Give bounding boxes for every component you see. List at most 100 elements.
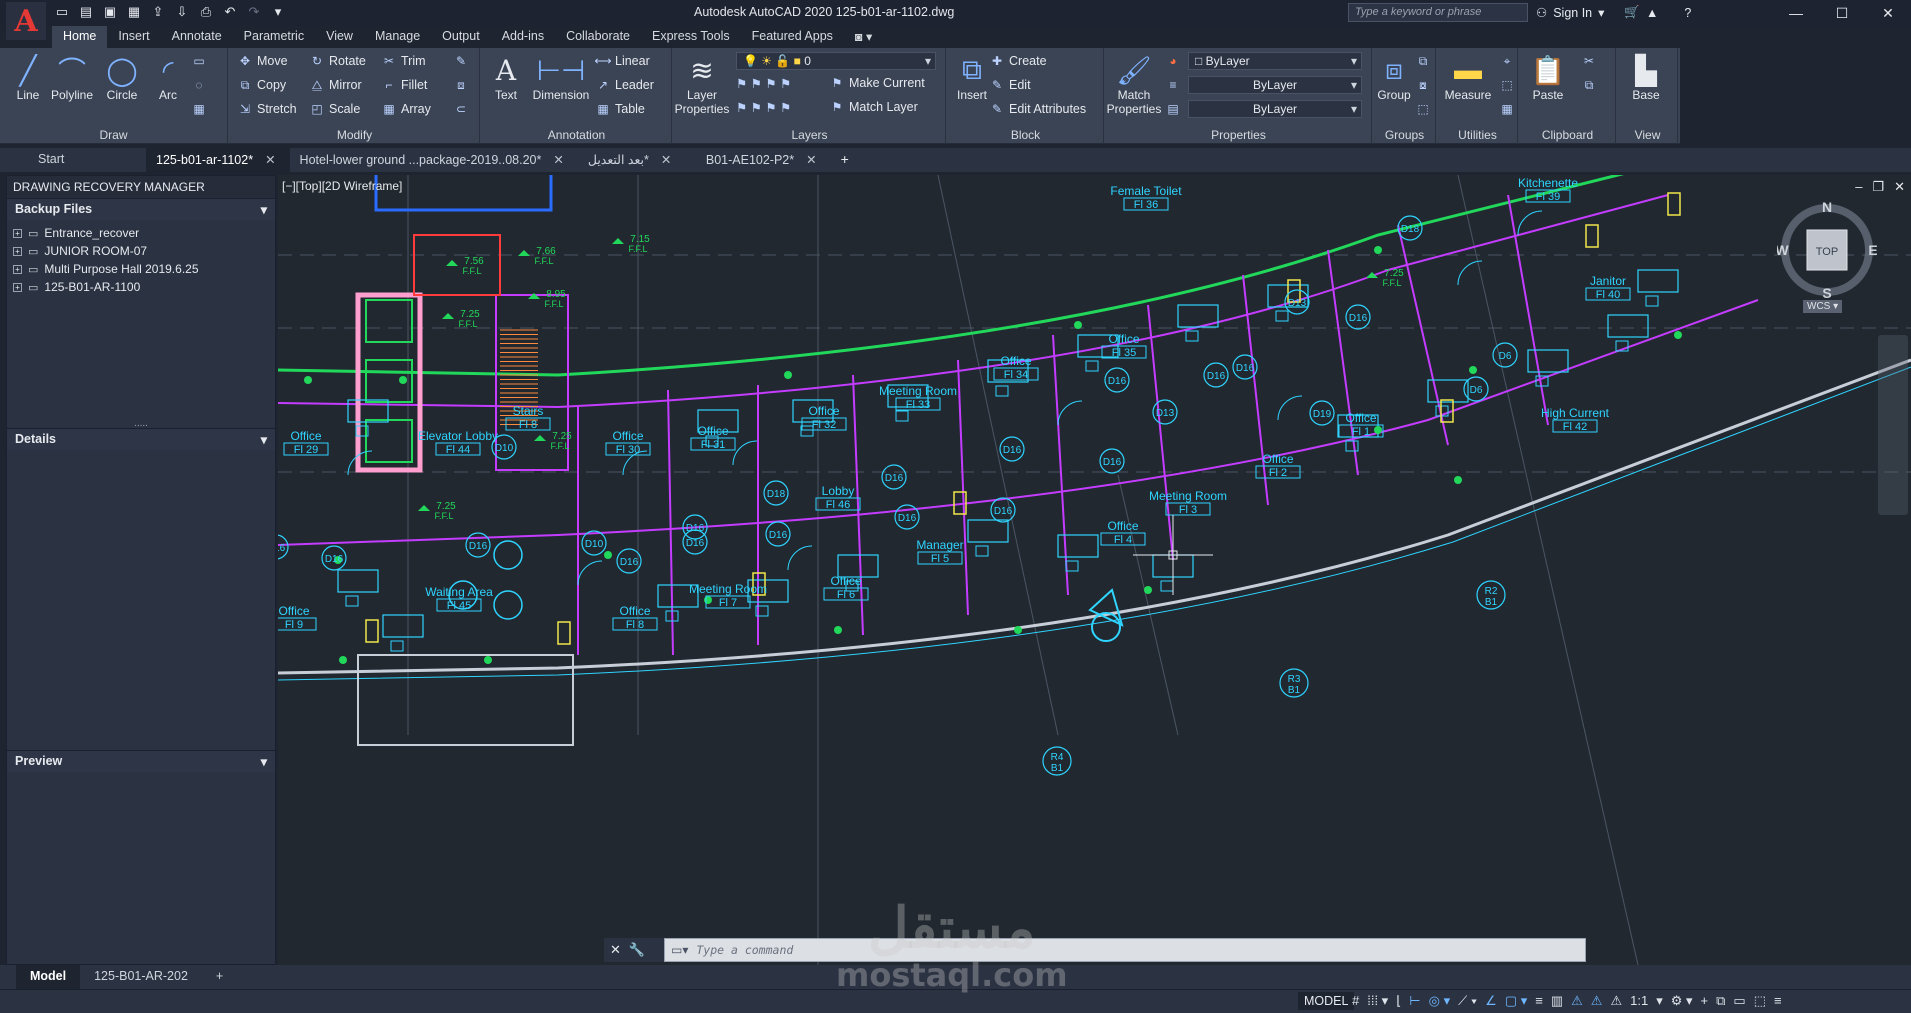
group-edit-icon[interactable]: ⧇	[1416, 78, 1430, 92]
tab-manage[interactable]: Manage	[364, 26, 431, 48]
print-icon[interactable]: ⎙	[198, 3, 214, 21]
tab-model[interactable]: Model	[16, 965, 81, 989]
utilities-panel-title[interactable]: Utilities	[1438, 128, 1517, 142]
edit-block-button[interactable]: ✎ Edit	[990, 78, 1031, 92]
list-item[interactable]: + ▭ 125-B01-AR-1100	[13, 278, 269, 296]
drawing-viewport[interactable]: Office Fl 29 Elevator Lobby Fl 44 Stairs Fl 8…	[278, 175, 1911, 965]
layers-panel-title[interactable]: Layers	[674, 128, 945, 142]
clipboard-panel-title[interactable]: Clipboard	[1520, 128, 1615, 142]
polyline-button[interactable]: ⌒ Polyline	[48, 52, 96, 102]
trim-button[interactable]: ✂ Trim	[382, 54, 426, 68]
array-button[interactable]: ▦ Array	[382, 102, 431, 116]
base-button[interactable]: ▙ Base	[1622, 52, 1670, 103]
open-icon[interactable]: ▤	[78, 3, 94, 21]
group-select-icon[interactable]: ⬚	[1416, 102, 1430, 116]
group-button[interactable]: ⧈ Group	[1374, 52, 1414, 103]
tab-view[interactable]: View	[315, 26, 364, 48]
command-prompt-icon[interactable]: ▭▾	[671, 943, 688, 957]
new-tab-icon[interactable]: +	[831, 148, 859, 172]
command-input[interactable]: Type a command	[696, 943, 793, 957]
sign-in[interactable]: ⚇ Sign In ▾ 🛒 ▲ ?	[1536, 5, 1691, 20]
expand-icon[interactable]: +	[13, 264, 22, 274]
restore-icon[interactable]: ❐	[1872, 179, 1884, 195]
expand-icon[interactable]: +	[13, 228, 22, 238]
ungroup-icon[interactable]: ⧉	[1416, 54, 1430, 68]
auto-scale-icon[interactable]: ⚠	[1591, 993, 1603, 1009]
navigation-bar[interactable]	[1878, 335, 1908, 515]
isodraft-icon[interactable]: ⟋ ▾	[1458, 993, 1477, 1009]
table-button[interactable]: ▦ Table	[596, 102, 645, 116]
scale-button[interactable]: ◰ Scale	[310, 102, 360, 116]
groups-panel-title[interactable]: Groups	[1374, 128, 1435, 142]
preview-section[interactable]: Preview	[7, 750, 275, 772]
fillet-button[interactable]: ⌐ Fillet	[382, 78, 427, 92]
measure-button[interactable]: ▬ Measure	[1440, 52, 1496, 102]
wcs-menu[interactable]: WCS ▾	[1803, 300, 1843, 313]
tab-express-tools[interactable]: Express Tools	[641, 26, 741, 48]
viewcube[interactable]: TOP N S E W	[1775, 199, 1877, 301]
tab-collaborate[interactable]: Collaborate	[555, 26, 641, 48]
cart-icon[interactable]: 🛒	[1624, 5, 1640, 20]
make-current-button[interactable]: ⚑ Make Current	[830, 76, 925, 90]
infer-icon[interactable]: ⌊	[1396, 993, 1401, 1009]
grid-icon[interactable]: #	[1352, 993, 1359, 1009]
text-button[interactable]: A Text	[482, 52, 530, 103]
layer-tools-row2[interactable]: ⚑ ⚑ ⚑ ⚑	[736, 100, 791, 115]
tab-featured-apps[interactable]: Featured Apps	[741, 26, 844, 48]
undo-icon[interactable]: ↶	[222, 3, 238, 21]
doc-tab-active[interactable]: 125-b01-ar-1102* ✕	[146, 148, 290, 172]
create-block-button[interactable]: ✚ Create	[990, 54, 1047, 68]
save-icon[interactable]: ▣	[102, 3, 118, 21]
close-icon[interactable]: ✕	[610, 942, 621, 958]
doc-tab[interactable]: بعد التعديل* ✕	[578, 148, 696, 172]
block-panel-title[interactable]: Block	[948, 128, 1103, 142]
draw-panel-title[interactable]: Draw	[0, 128, 227, 142]
hardware-accel-icon[interactable]: ▭	[1733, 993, 1745, 1009]
autodesk-app-icon[interactable]: ▲	[1646, 6, 1658, 20]
doc-tab-start[interactable]: Start	[28, 148, 146, 172]
clean-screen-icon[interactable]: ⬚	[1754, 993, 1766, 1009]
close-icon[interactable]: ✕	[1894, 179, 1905, 195]
modify-panel-title[interactable]: Modify	[230, 128, 479, 142]
expand-icon[interactable]: +	[13, 246, 22, 256]
close-tab-icon[interactable]: ✕	[661, 153, 671, 167]
color-dropdown[interactable]: □ ByLayer	[1188, 52, 1362, 70]
ribbon-options-icon[interactable]: ◙ ▾	[844, 26, 883, 48]
edit-attributes-button[interactable]: ✎ Edit Attributes	[990, 102, 1086, 116]
search-input[interactable]: Type a keyword or phrase	[1348, 3, 1528, 22]
match-properties-button[interactable]: 🖌 Match Properties	[1106, 52, 1162, 117]
transparency-icon[interactable]: ▥	[1551, 993, 1563, 1009]
explode-icon[interactable]: ⧈	[454, 78, 468, 92]
linetype-dropdown[interactable]: ByLayer	[1188, 76, 1362, 94]
application-menu-button[interactable]: A	[6, 2, 46, 40]
close-icon[interactable]: ✕	[1865, 0, 1911, 26]
scale-value[interactable]: 1:1	[1630, 993, 1648, 1009]
new-icon[interactable]: ▭	[54, 3, 70, 21]
move-button[interactable]: ✥ Move	[238, 54, 288, 68]
copy-clip-icon[interactable]: ⧉	[1582, 78, 1596, 92]
hatch-icon[interactable]: ◌	[192, 78, 206, 92]
isolate-icon[interactable]: ⧉	[1716, 993, 1725, 1009]
object-snap-icon[interactable]: ▢ ▾	[1505, 993, 1527, 1009]
polar-icon[interactable]: ◎ ▾	[1429, 993, 1450, 1009]
match-layer-button[interactable]: ⚑ Match Layer	[830, 100, 918, 114]
properties-panel-title[interactable]: Properties	[1106, 128, 1371, 142]
list-item[interactable]: + ▭ Multi Purpose Hall 2019.6.25	[13, 260, 269, 278]
ortho-icon[interactable]: ⊢	[1409, 993, 1420, 1009]
lineweight-toggle-icon[interactable]: ≡	[1535, 993, 1543, 1009]
layer-properties-button[interactable]: ≋ Layer Properties	[674, 52, 730, 117]
arc-button[interactable]: ◜ Arc	[144, 52, 192, 103]
tab-insert[interactable]: Insert	[107, 26, 160, 48]
close-tab-icon[interactable]: ✕	[553, 153, 563, 167]
color-wheel-icon[interactable]: ◕	[1166, 54, 1180, 68]
dimension-button[interactable]: ⊢⊣ Dimension	[530, 52, 592, 103]
doc-tab[interactable]: Hotel-lower ground ...package-2019..08.2…	[290, 148, 578, 172]
lineweight-icon[interactable]: ▤	[1166, 102, 1180, 116]
rotate-button[interactable]: ↻ Rotate	[310, 54, 366, 68]
stretch-button[interactable]: ⇲ Stretch	[238, 102, 297, 116]
cut-icon[interactable]: ✂	[1582, 54, 1596, 68]
list-item[interactable]: + ▭ Entrance_recover	[13, 224, 269, 242]
annotation-panel-title[interactable]: Annotation	[482, 128, 671, 142]
list-item[interactable]: + ▭ JUNIOR ROOM-07	[13, 242, 269, 260]
save-web-icon[interactable]: ⇩	[174, 3, 190, 21]
